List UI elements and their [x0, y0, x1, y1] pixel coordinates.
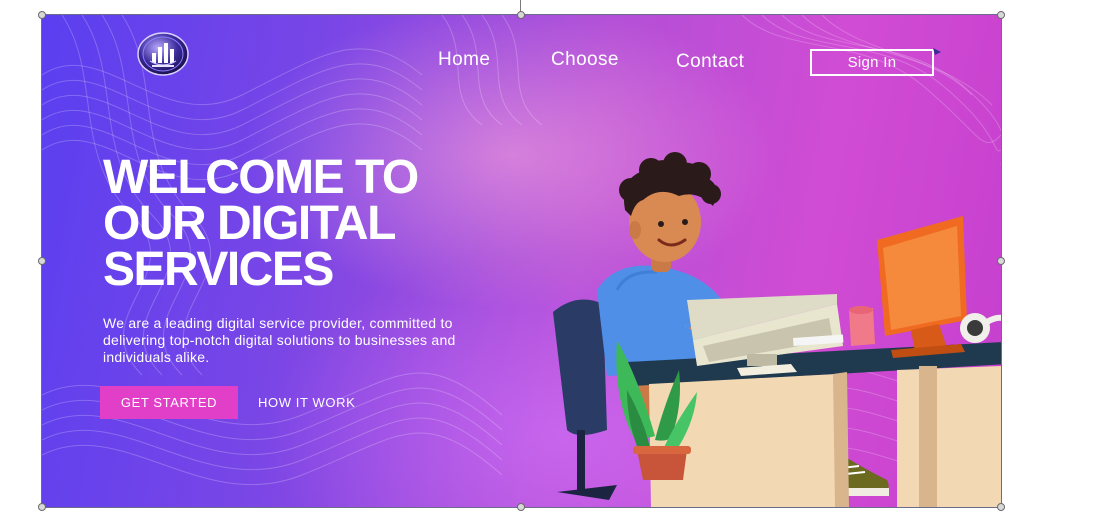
resize-handle-top-right[interactable] [997, 11, 1005, 19]
hero-description: We are a leading digital service provide… [103, 315, 456, 365]
hero-image-frame[interactable]: Home Choose Contact Sign In WELCOME TO O… [42, 15, 1001, 507]
headphones-icon [960, 313, 1001, 343]
how-it-works-button[interactable]: HOW IT WORK [252, 386, 361, 419]
nav-link-home[interactable]: Home [438, 49, 490, 71]
resize-handle-bottom[interactable] [517, 503, 525, 511]
hero-title-line-1: WELCOME TO [103, 151, 419, 204]
resize-handle-right[interactable] [997, 257, 1005, 265]
resize-handle-bottom-left[interactable] [38, 503, 46, 511]
hero-title-line-3: SERVICES [103, 243, 334, 296]
monitor-icon [877, 216, 967, 358]
sign-in-button[interactable]: Sign In [810, 49, 934, 76]
nav-link-choose[interactable]: Choose [551, 49, 619, 71]
person-at-desk-illustration [553, 152, 1001, 507]
resize-handle-top-left[interactable] [38, 11, 46, 19]
nav-link-contact[interactable]: Contact [676, 51, 744, 73]
hero-title-line-2: OUR DIGITAL [103, 197, 396, 250]
hero-title: WELCOME TO OUR DIGITAL SERVICES [103, 151, 523, 296]
bar-chart-logo-icon[interactable] [136, 31, 190, 77]
resize-handle-bottom-right[interactable] [997, 503, 1005, 511]
mug-icon [849, 306, 875, 346]
resize-handle-left[interactable] [38, 257, 46, 265]
get-started-button[interactable]: GET STARTED [100, 386, 238, 419]
corner-arrow-icon [933, 48, 941, 55]
resize-handle-top[interactable] [517, 11, 525, 19]
